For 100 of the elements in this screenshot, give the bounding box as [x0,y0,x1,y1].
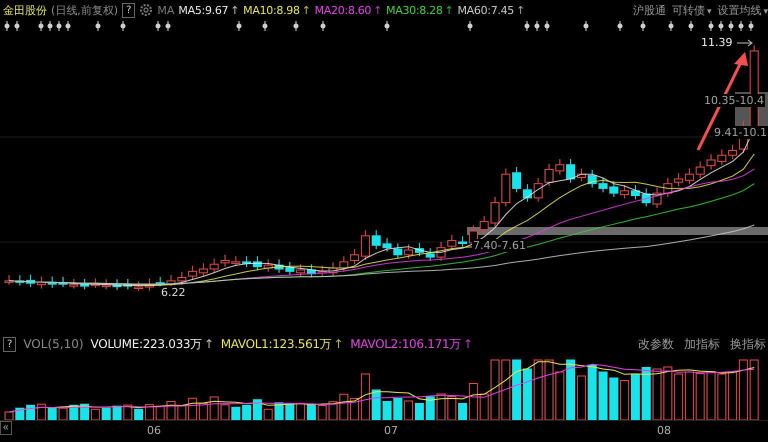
candlestick [588,169,597,188]
indicator-button[interactable]: 换指标 [728,336,768,352]
candlestick [112,278,122,290]
volume-bar [684,372,694,420]
volume-bar [642,367,651,420]
candlestick [512,166,522,193]
volume-bar [393,398,402,420]
candlestick [717,149,726,166]
help-button[interactable]: ? [3,336,16,352]
candlestick [609,180,618,198]
ma-value: MA60:7.45 ↑ [457,4,525,16]
candlestick [598,177,608,193]
volume-bar [696,373,705,420]
volume-bar [198,403,208,420]
indicator-label: VOL(5,10) [23,337,84,351]
volume-value: VOLUME:223.033万 ↑ [90,336,214,352]
menu-link[interactable]: 设置均线 ▾ [717,2,768,18]
volume-bar [188,398,198,420]
volume-bar [512,360,522,420]
axis-label: 07 [384,424,398,437]
volume-bar [652,368,662,420]
help-button[interactable]: ? [122,2,136,18]
candlestick [134,280,144,292]
volume-bar [501,360,510,420]
volume-bar [588,364,597,420]
candlestick [642,188,651,207]
candlestick [447,234,456,251]
candlestick [90,278,100,288]
ma-value: MA30:8.28 ↑ [386,4,454,16]
candlestick [555,158,564,176]
volume-bar [318,405,327,420]
candlestick [663,177,672,198]
candlestick [4,274,14,286]
volume-bar [274,402,284,420]
price-label: 7.40-7.61 [472,239,527,252]
volume-bar [447,396,456,420]
volume-bar [328,401,338,420]
volume-bar [102,408,111,420]
volume-bar [630,374,640,420]
candlestick [36,276,46,289]
volume-bar [144,404,154,420]
candlestick [544,163,554,187]
volume-bar [728,372,738,420]
volume-bar [177,405,186,420]
volume-bar [36,404,46,420]
volume-bar [414,403,424,420]
price-label: 10.35-10.4 [703,94,765,107]
volume-bar [750,360,759,420]
volume-bar [296,402,306,420]
axis-label: 08 [657,424,671,437]
volume-bar [26,404,36,420]
volume-bar [522,368,532,420]
candlestick [264,259,273,272]
volume-bar [436,394,446,420]
candlestick [220,254,230,268]
candlestick [26,274,36,288]
ma-value: MA5:9.67 ↑ [178,4,240,16]
candlestick [393,242,402,260]
indicator-button[interactable]: 改参数 [636,336,676,352]
volume-value: MAVOL2:106.171万 ↑ [350,336,473,352]
volume-bar [252,399,262,420]
ma-label: MA [157,4,174,16]
candlestick [69,278,78,289]
ma-value: MA10:8.98 ↑ [243,4,311,16]
candlestick [274,259,284,274]
volume-bar [15,408,24,420]
chart-mode-label: (日线,前复权) [51,2,118,18]
volume-bar [404,400,414,420]
volume-bar [48,408,57,420]
candlestick [534,177,543,202]
candlestick [652,186,662,208]
candlestick [339,256,348,272]
volume-bar [156,406,165,420]
menu-link[interactable]: 可转债 ▾ [672,2,712,18]
candlestick [372,230,381,250]
candlestick [674,172,684,187]
candlestick [382,238,392,252]
price-label: 6.22 [160,286,186,299]
indicator-button[interactable]: 加指标 [682,336,722,352]
menu-link[interactable]: 沪股通 [632,2,666,18]
volume-bar [339,394,348,420]
candlestick [522,184,532,202]
volume-bar [598,372,608,420]
candlestick [684,168,694,185]
candlestick [252,256,262,271]
volume-bar [620,380,630,420]
candlestick [696,160,705,178]
volume-bar [534,360,543,420]
volume-bar [555,372,564,420]
price-label: 9.41-10.1 [713,126,768,139]
volume-bar [264,408,273,420]
candlestick [630,184,640,200]
volume-value: MAVOL1:123.561万 ↑ [220,336,344,352]
volume-bar [566,360,576,420]
candlestick [501,168,510,207]
volume-bar [123,404,132,420]
volume-bar [231,406,240,420]
settings-icon[interactable] [139,3,154,17]
candlestick [318,265,327,277]
candlestick [231,256,240,266]
